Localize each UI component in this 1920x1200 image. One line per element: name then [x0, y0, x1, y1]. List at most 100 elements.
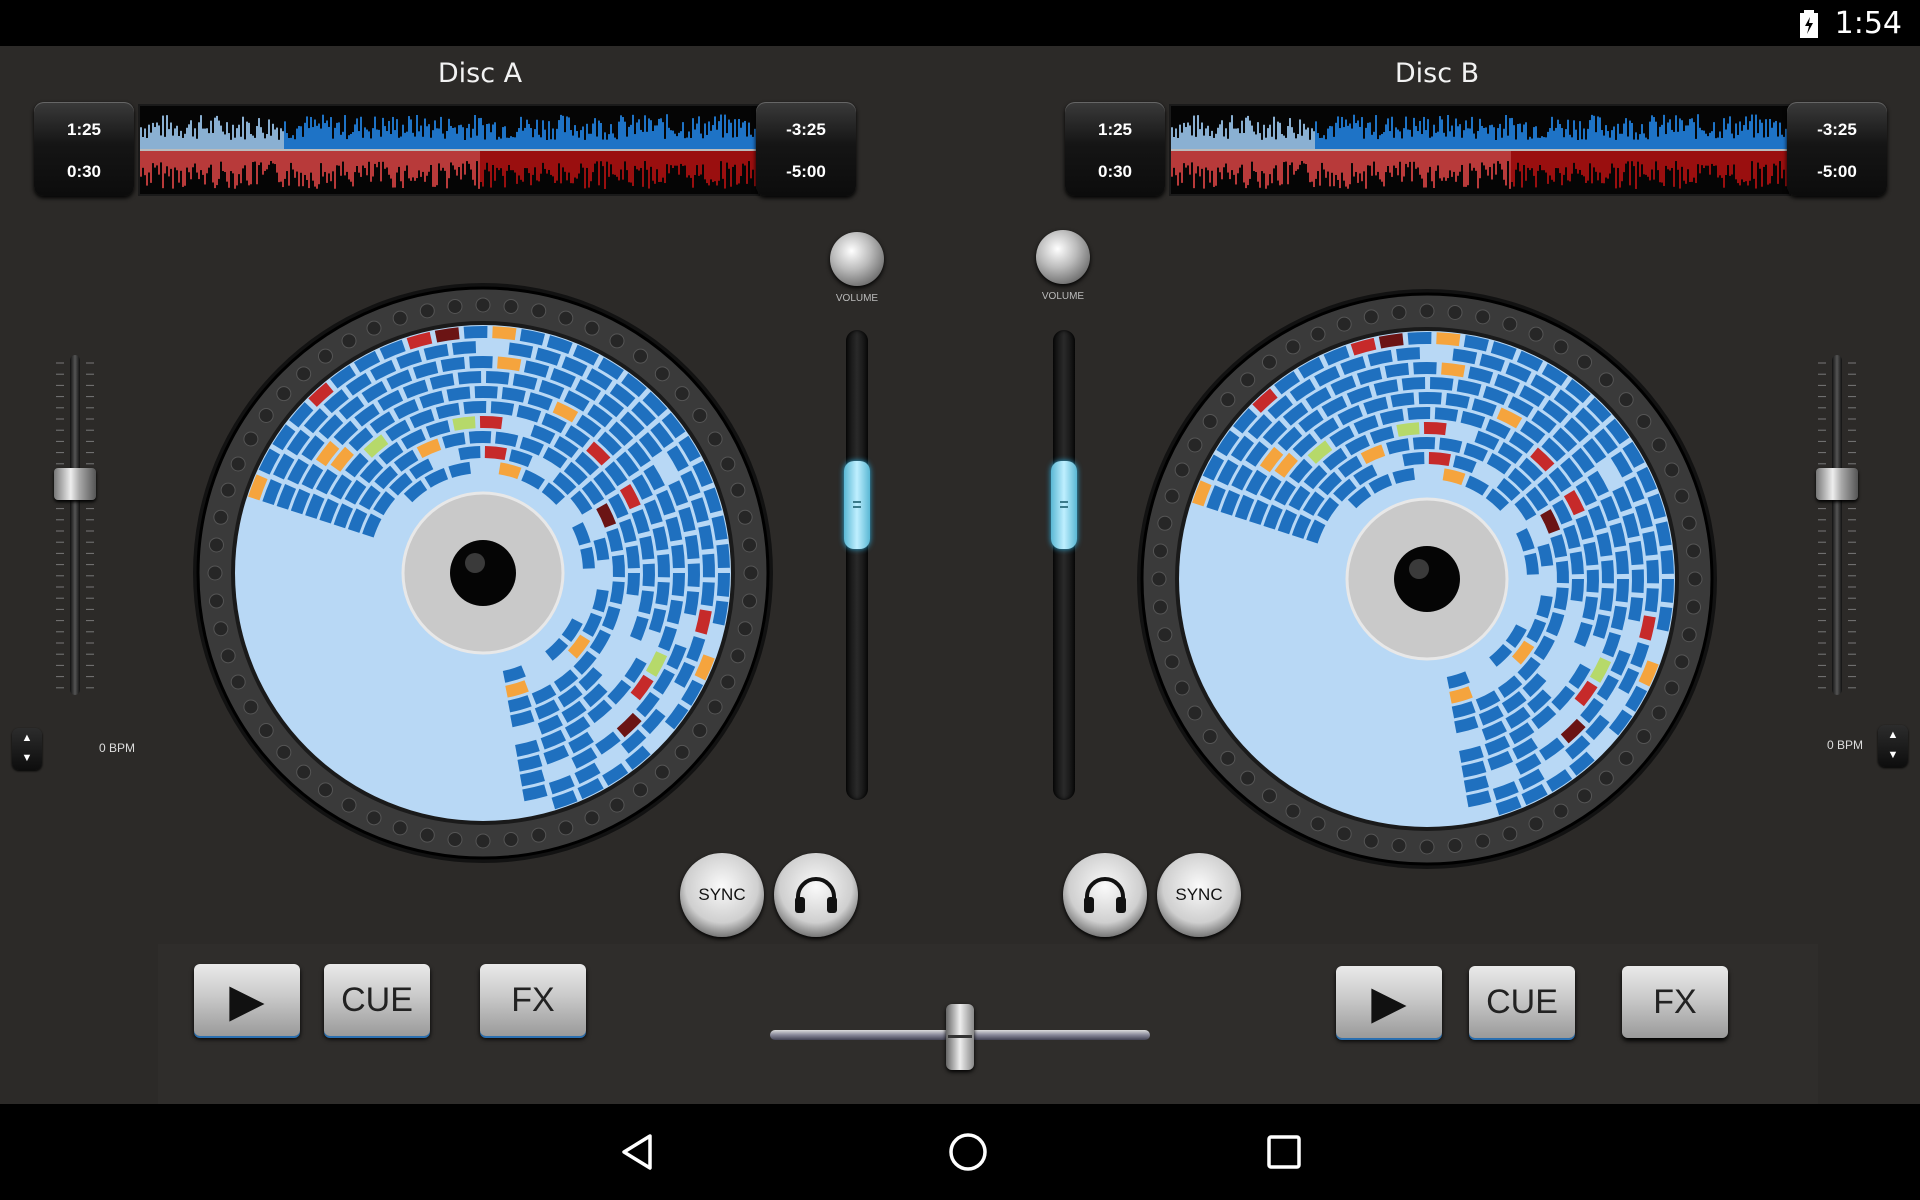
waveform-top-bar [424, 118, 426, 150]
waveform-top-bar [154, 127, 156, 150]
deck-b-turntable[interactable] [1132, 284, 1722, 874]
waveform-bottom-bar [216, 151, 218, 186]
deck-b-volume-thumb[interactable] [1051, 461, 1077, 549]
waveform-top-bar [1387, 118, 1389, 150]
waveform-bottom-bar [394, 151, 396, 188]
deck-b-sync-button[interactable]: SYNC [1157, 853, 1241, 937]
platter-dimple [503, 832, 519, 848]
deck-b-fx-button[interactable]: FX [1622, 966, 1728, 1038]
deck-b-headphones-button[interactable] [1063, 853, 1147, 937]
waveform-bottom-bar [452, 151, 454, 166]
waveform-bottom-bar [174, 151, 176, 168]
waveform-top-bar [1531, 138, 1533, 150]
deck-a-bpm-down[interactable]: ▼ [12, 748, 42, 768]
waveform-top-bar [392, 116, 394, 150]
waveform-bottom-bar [1305, 151, 1307, 165]
deck-b-volume-fader[interactable] [1051, 330, 1077, 800]
waveform-top-bar [198, 122, 200, 150]
waveform-bottom-bar [1287, 151, 1289, 185]
deck-a-sync-button[interactable]: SYNC [680, 853, 764, 937]
recents-icon[interactable] [1262, 1130, 1306, 1174]
deck-b-cue-button[interactable]: CUE [1469, 966, 1575, 1038]
deck-b-bpm-up[interactable]: ▲ [1878, 725, 1908, 745]
deck-a-bpm-stepper[interactable]: ▲ ▼ [12, 728, 42, 770]
platter-tile [611, 554, 625, 578]
deck-b-play-button[interactable]: ▶ [1336, 966, 1442, 1038]
waveform-top-bar [698, 116, 700, 150]
waveform-top-bar [510, 136, 512, 150]
waveform-top-bar [1413, 117, 1415, 150]
waveform-bottom-bar [1539, 151, 1541, 166]
waveform-top-bar [1439, 116, 1441, 150]
deck-b-pitch-thumb[interactable] [1816, 468, 1858, 501]
waveform-top-bar [1385, 124, 1387, 150]
platter-tile [625, 545, 640, 569]
deck-a-pitch-slider[interactable] [50, 355, 100, 700]
waveform-top-bar [1709, 132, 1711, 150]
waveform-top-bar [1777, 136, 1779, 150]
deck-a-bpm-up[interactable]: ▲ [12, 728, 42, 748]
back-icon[interactable] [616, 1130, 660, 1174]
waveform-top-bar [522, 130, 524, 150]
waveform-bottom-bar [544, 151, 546, 169]
platter-dimple [1674, 654, 1690, 670]
waveform-top-bar [1651, 115, 1653, 150]
waveform-bottom-bar [744, 151, 746, 166]
crossfader-thumb[interactable] [946, 1004, 974, 1070]
waveform-bottom-bar [518, 151, 520, 176]
waveform-bottom-bar [1253, 151, 1255, 172]
deck-a-cue-button[interactable]: CUE [324, 964, 430, 1036]
deck-a-fx-button[interactable]: FX [480, 964, 586, 1036]
deck-a-play-button[interactable]: ▶ [194, 964, 300, 1036]
home-icon[interactable] [946, 1130, 990, 1174]
deck-a-volume-fader[interactable] [844, 330, 870, 800]
waveform-top-bar [548, 121, 550, 150]
waveform-top-bar [1491, 124, 1493, 150]
waveform-bottom-bar [730, 151, 732, 187]
waveform-top-bar [1677, 131, 1679, 150]
waveform-top-bar [580, 130, 582, 150]
waveform-top-bar [338, 122, 340, 150]
waveform-bottom-bar [290, 151, 292, 163]
waveform-top-bar [156, 122, 158, 150]
platter-tile [1644, 588, 1659, 613]
waveform-bottom-bar [162, 151, 164, 189]
waveform-bottom-bar [1419, 151, 1421, 175]
deck-a-turntable[interactable] [188, 278, 778, 868]
waveform-bottom-bar [642, 151, 644, 187]
waveform-bottom-bar [1547, 151, 1549, 184]
waveform-top-bar [1567, 119, 1569, 150]
platter-tile [1413, 362, 1437, 375]
disc-a-title: Disc A [437, 58, 523, 89]
deck-a-pitch-thumb[interactable] [54, 468, 96, 501]
waveform-top-bar [1389, 131, 1391, 150]
deck-b-volume-knob[interactable] [1036, 230, 1090, 284]
waveform-bottom-bar [1573, 151, 1575, 163]
deck-b-waveform[interactable] [1169, 104, 1791, 196]
waveform-top-bar [210, 120, 212, 150]
deck-b-bpm-down[interactable]: ▼ [1878, 745, 1908, 765]
waveform-top-bar [258, 118, 260, 150]
platter-dimple [1310, 326, 1326, 342]
deck-a-headphones-button[interactable] [774, 853, 858, 937]
waveform-bottom-bar [1693, 151, 1695, 178]
waveform-top-bar [672, 130, 674, 150]
waveform-bottom-bar [440, 151, 442, 171]
platter-dimple [243, 431, 259, 447]
deck-a-volume-knob[interactable] [830, 232, 884, 286]
waveform-top-bar [1263, 124, 1265, 150]
waveform-top-bar [1751, 114, 1753, 150]
crossfader[interactable] [770, 1000, 1150, 1070]
waveform-top-bar [440, 116, 442, 150]
waveform-bottom-bar [606, 151, 608, 162]
waveform-bottom-bar [1201, 151, 1203, 169]
waveform-bottom-bar [1289, 151, 1291, 166]
status-bar: 1:54 [0, 0, 1920, 46]
platter-dimple [296, 764, 312, 780]
deck-a-waveform[interactable] [138, 104, 760, 196]
deck-b-bpm-stepper[interactable]: ▲ ▼ [1878, 725, 1908, 767]
waveform-bottom-bar [662, 151, 664, 178]
deck-b-pitch-slider[interactable] [1812, 355, 1862, 700]
waveform-bottom-bar [630, 151, 632, 183]
deck-a-volume-thumb[interactable] [844, 461, 870, 549]
